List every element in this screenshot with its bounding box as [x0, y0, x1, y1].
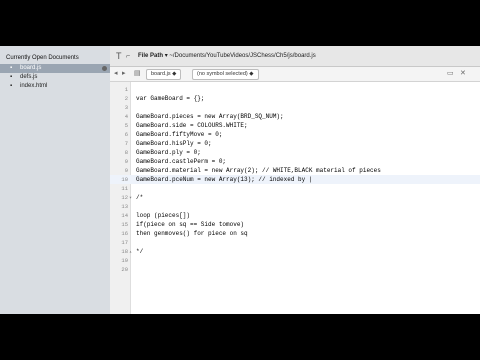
sidebar-item-label: board.js — [20, 65, 42, 71]
line-number: 9 — [124, 158, 128, 165]
file-icon: ▪ — [10, 65, 13, 71]
code-line: 11 — [110, 184, 480, 193]
toolbar: T ⌐ File Path ▾ ~/Documents/YouTubeVideo… — [110, 46, 480, 67]
code-text: GameBoard.ply = 0; — [136, 149, 201, 156]
line-number: 7 — [124, 140, 128, 147]
line-number: 5 — [124, 122, 128, 129]
code-text: then genmoves() for piece on sq — [136, 230, 248, 237]
file-selector[interactable]: board.js ◆ — [146, 69, 182, 80]
line-number: 3 — [124, 104, 128, 111]
code-text: /* — [136, 194, 144, 201]
code-text: GameBoard.fiftyMove = 0; — [136, 131, 223, 138]
code-text: GameBoard.castlePerm = 0; — [136, 158, 227, 165]
line-number: 14 — [121, 212, 128, 219]
line-number: 15 — [121, 221, 128, 228]
file-path-label: File Path — [138, 53, 164, 59]
file-icon: ▪ — [10, 74, 13, 80]
code-line: 8 GameBoard.ply = 0; — [110, 148, 480, 157]
code-line: 2 var GameBoard = {}; — [110, 94, 480, 103]
file-path: File Path ▾ ~/Documents/YouTubeVideos/JS… — [138, 52, 316, 60]
back-arrow-icon[interactable]: ◂ — [114, 70, 118, 78]
code-line: 7 GameBoard.hisPly = 0; — [110, 139, 480, 148]
code-text: */ — [136, 248, 144, 255]
code-line: 9 GameBoard.castlePerm = 0; — [110, 157, 480, 166]
navigation-bar: ◂ ▸ ▤ board.js ◆ (no symbol selected) ◆ … — [110, 67, 480, 82]
code-text: loop (pieces[]) — [136, 212, 191, 219]
forward-arrow-icon[interactable]: ▸ — [122, 70, 126, 78]
line-number: 9 — [124, 167, 128, 174]
fold-icon[interactable]: ▾ — [129, 195, 132, 201]
file-type-icon: ▤ — [134, 70, 141, 77]
open-documents-sidebar: Currently Open Documents ▪ board.js ▪ de… — [0, 46, 110, 314]
line-number: 20 — [121, 266, 128, 273]
code-text: GameBoard.pceNum = new Array(13); // ind… — [136, 176, 313, 183]
code-line: 6 GameBoard.fiftyMove = 0; — [110, 130, 480, 139]
code-line: 4 GameBoard.pieces = new Array(BRD_SQ_NU… — [110, 112, 480, 121]
line-number: 10 — [121, 176, 128, 183]
line-number: 4 — [124, 113, 128, 120]
sidebar-item-board-js[interactable]: ▪ board.js — [0, 64, 110, 73]
code-line: 20 — [110, 265, 480, 274]
code-line: 19 — [110, 256, 480, 265]
line-number: 6 — [124, 131, 128, 138]
close-icon[interactable] — [102, 66, 107, 71]
line-number: 2 — [124, 95, 128, 102]
close-icon[interactable]: ✕ — [460, 70, 466, 78]
code-line: 14 loop (pieces[]) — [110, 211, 480, 220]
letterbox-bottom — [0, 314, 480, 360]
code-text: var GameBoard = {}; — [136, 95, 205, 102]
code-text: GameBoard.pieces = new Array(BRD_SQ_NUM)… — [136, 113, 284, 120]
line-number: 11 — [121, 185, 128, 192]
letterbox-top — [0, 0, 480, 46]
sidebar-item-defs-js[interactable]: ▪ defs.js — [0, 73, 110, 82]
code-text: GameBoard.material = new Array(2); // WH… — [136, 167, 381, 174]
code-text: GameBoard.side = COLOURS.WHITE; — [136, 122, 248, 129]
file-selector-label: board.js — [151, 71, 171, 77]
code-line: 17 — [110, 238, 480, 247]
split-view-icon[interactable]: ▭ — [447, 70, 454, 78]
line-number: 12 — [121, 194, 128, 201]
current-code-line: 10 GameBoard.pceNum = new Array(13); // … — [110, 175, 480, 184]
sidebar-item-index-html[interactable]: ▪ index.html — [0, 82, 110, 91]
line-number: 8 — [124, 149, 128, 156]
code-line: 12 ▾ /* — [110, 193, 480, 202]
code-line: 16 then genmoves() for piece on sq — [110, 229, 480, 238]
symbol-selector-label: (no symbol selected) — [197, 71, 248, 77]
editor-pane: T ⌐ File Path ▾ ~/Documents/YouTubeVideo… — [110, 46, 480, 314]
file-icon: ▪ — [10, 83, 13, 89]
symbol-selector[interactable]: (no symbol selected) ◆ — [192, 69, 259, 80]
text-tool-icon[interactable]: T — [116, 51, 122, 61]
line-number: 13 — [121, 203, 128, 210]
file-path-value: ~/Documents/YouTubeVideos/JSChess/Ch5/js… — [169, 53, 316, 59]
line-number: 17 — [121, 239, 128, 246]
code-line: 13 — [110, 202, 480, 211]
tag-icon[interactable]: ⌐ — [126, 52, 130, 62]
code-line: 9 GameBoard.material = new Array(2); // … — [110, 166, 480, 175]
sidebar-item-label: index.html — [20, 83, 48, 89]
fold-icon[interactable]: ▴ — [129, 249, 132, 255]
line-number: 1 — [124, 86, 128, 93]
code-text: if(piece on sq == Side tomove) — [136, 221, 245, 228]
code-line: 15 if(piece on sq == Side tomove) — [110, 220, 480, 229]
code-editor[interactable]: 1 2 var GameBoard = {}; 3 4 GameBoard.pi… — [110, 82, 480, 314]
code-line: 18 ▴ */ — [110, 247, 480, 256]
sidebar-header: Currently Open Documents — [6, 55, 79, 61]
code-line: 5 GameBoard.side = COLOURS.WHITE; — [110, 121, 480, 130]
code-line: 1 — [110, 85, 480, 94]
code-line: 3 — [110, 103, 480, 112]
line-number: 18 — [121, 248, 128, 255]
line-number: 19 — [121, 257, 128, 264]
sidebar-item-label: defs.js — [20, 74, 38, 80]
line-number: 16 — [121, 230, 128, 237]
code-text: GameBoard.hisPly = 0; — [136, 140, 212, 147]
